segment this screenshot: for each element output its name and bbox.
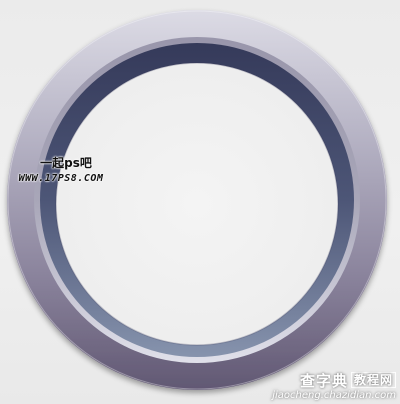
ring-graphic — [7, 10, 387, 390]
watermark-right: 查字典 教程网 jiaocheng.chazidian.com — [266, 372, 396, 402]
watermark-left-url: WWW.17PS8.COM — [18, 173, 104, 184]
watermark-right-title-main: 查字典 — [299, 372, 348, 390]
ring-center — [56, 63, 338, 345]
watermark-right-title-boxed: 教程网 — [350, 372, 396, 388]
watermark-right-title: 查字典 教程网 — [266, 372, 396, 390]
canvas: 一起ps吧 WWW.17PS8.COM 查字典 教程网 jiaocheng.cha… — [0, 0, 400, 404]
watermark-left-title: 一起ps吧 — [40, 156, 92, 170]
watermark-right-url: jiaocheng.chazidian.com — [272, 390, 396, 401]
watermark-left: 一起ps吧 WWW.17PS8.COM — [6, 156, 116, 186]
